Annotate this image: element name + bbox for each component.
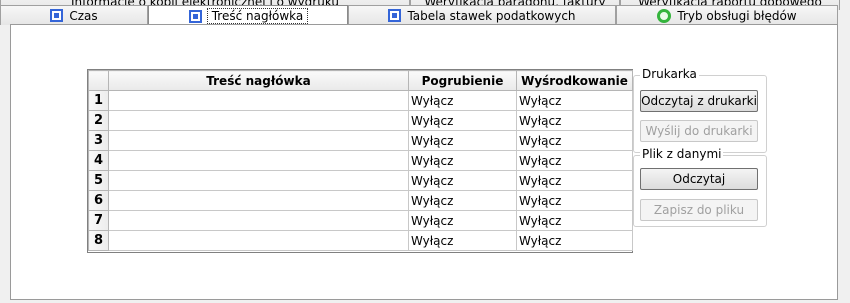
row-number[interactable]: 1 <box>88 90 109 111</box>
center-cell[interactable]: Wyłącz <box>516 170 633 191</box>
center-cell[interactable]: Wyłącz <box>516 150 633 171</box>
tab-tryb-obslugi-bledow[interactable]: Tryb obsługi błędów <box>616 5 838 25</box>
header-table[interactable]: Treść nagłówka Pogrubienie Wyśrodkowanie… <box>87 69 633 253</box>
printer-group-title: Drukarka <box>640 67 699 81</box>
read-from-printer-button[interactable]: Odczytaj z drukarki <box>640 90 758 112</box>
tab-tresc-naglowka[interactable]: Treść nagłówka <box>148 5 348 26</box>
column-header-pogrubienie[interactable]: Pogrubienie <box>408 70 517 91</box>
table-header-row: Treść nagłówka Pogrubienie Wyśrodkowanie <box>88 70 633 91</box>
tab-tabela-stawek[interactable]: Tabela stawek podatkowych <box>348 5 616 25</box>
center-cell[interactable]: Wyłącz <box>516 130 633 151</box>
circle-icon <box>657 8 672 23</box>
column-header-tresc[interactable]: Treść nagłówka <box>108 70 409 91</box>
bold-cell[interactable]: Wyłącz <box>408 150 517 171</box>
square-icon <box>50 9 64 22</box>
tab-label: Tabela stawek podatkowych <box>407 8 576 23</box>
row-number[interactable]: 3 <box>88 130 109 151</box>
printer-group: Drukarka Odczytaj z drukarki Wyślij do d… <box>633 67 767 153</box>
bold-cell[interactable]: Wyłącz <box>408 210 517 231</box>
row-number[interactable]: 2 <box>88 110 109 131</box>
center-cell[interactable]: Wyłącz <box>516 90 633 111</box>
tab-czas[interactable]: Czas <box>0 5 148 25</box>
tab-label: Tryb obsługi błędów <box>677 8 797 23</box>
header-text-cell[interactable] <box>108 90 409 111</box>
read-file-button[interactable]: Odczytaj <box>640 168 758 190</box>
header-text-cell[interactable] <box>108 150 409 171</box>
row-number[interactable]: 4 <box>88 150 109 171</box>
tab-content-panel: Treść nagłówka Pogrubienie Wyśrodkowanie… <box>10 24 838 300</box>
table-row: 1 Wyłącz Wyłącz <box>88 90 633 111</box>
table-row: 6 Wyłącz Wyłącz <box>88 190 633 211</box>
header-text-cell[interactable] <box>108 130 409 151</box>
center-cell[interactable]: Wyłącz <box>516 230 633 251</box>
header-text-cell[interactable] <box>108 110 409 131</box>
bold-cell[interactable]: Wyłącz <box>408 110 517 131</box>
bold-cell[interactable]: Wyłącz <box>408 90 517 111</box>
corner-header-cell <box>88 70 109 91</box>
data-file-group: Plik z danymi Odczytaj Zapisz do pliku <box>633 147 767 227</box>
square-icon <box>388 9 402 22</box>
center-cell[interactable]: Wyłącz <box>516 110 633 131</box>
table-row: 3 Wyłącz Wyłącz <box>88 130 633 151</box>
bold-cell[interactable]: Wyłącz <box>408 230 517 251</box>
send-to-printer-button[interactable]: Wyślij do drukarki <box>640 120 758 142</box>
table-row: 5 Wyłącz Wyłącz <box>88 170 633 191</box>
bold-cell[interactable]: Wyłącz <box>408 170 517 191</box>
center-cell[interactable]: Wyłącz <box>516 190 633 211</box>
table-row: 8 Wyłącz Wyłącz <box>88 230 633 251</box>
bold-cell[interactable]: Wyłącz <box>408 190 517 211</box>
table-row: 4 Wyłącz Wyłącz <box>88 150 633 171</box>
table-row: 2 Wyłącz Wyłącz <box>88 110 633 131</box>
tab-label: Czas <box>69 8 98 23</box>
data-file-group-title: Plik z danymi <box>640 147 724 161</box>
bold-cell[interactable]: Wyłącz <box>408 130 517 151</box>
header-text-cell[interactable] <box>108 190 409 211</box>
header-text-cell[interactable] <box>108 170 409 191</box>
tab-label: Treść nagłówka <box>206 8 309 24</box>
row-number[interactable]: 7 <box>88 210 109 231</box>
center-cell[interactable]: Wyłącz <box>516 210 633 231</box>
square-icon <box>188 9 202 23</box>
header-text-cell[interactable] <box>108 210 409 231</box>
header-text-cell[interactable] <box>108 230 409 251</box>
save-to-file-button[interactable]: Zapisz do pliku <box>640 199 758 221</box>
tab-row-bottom: Czas Treść nagłówka Tabela stawek podatk… <box>0 5 838 26</box>
table-row: 7 Wyłącz Wyłącz <box>88 210 633 231</box>
column-header-wysrodkowanie[interactable]: Wyśrodkowanie <box>516 70 633 91</box>
row-number[interactable]: 6 <box>88 190 109 211</box>
row-number[interactable]: 8 <box>88 230 109 251</box>
row-number[interactable]: 5 <box>88 170 109 191</box>
